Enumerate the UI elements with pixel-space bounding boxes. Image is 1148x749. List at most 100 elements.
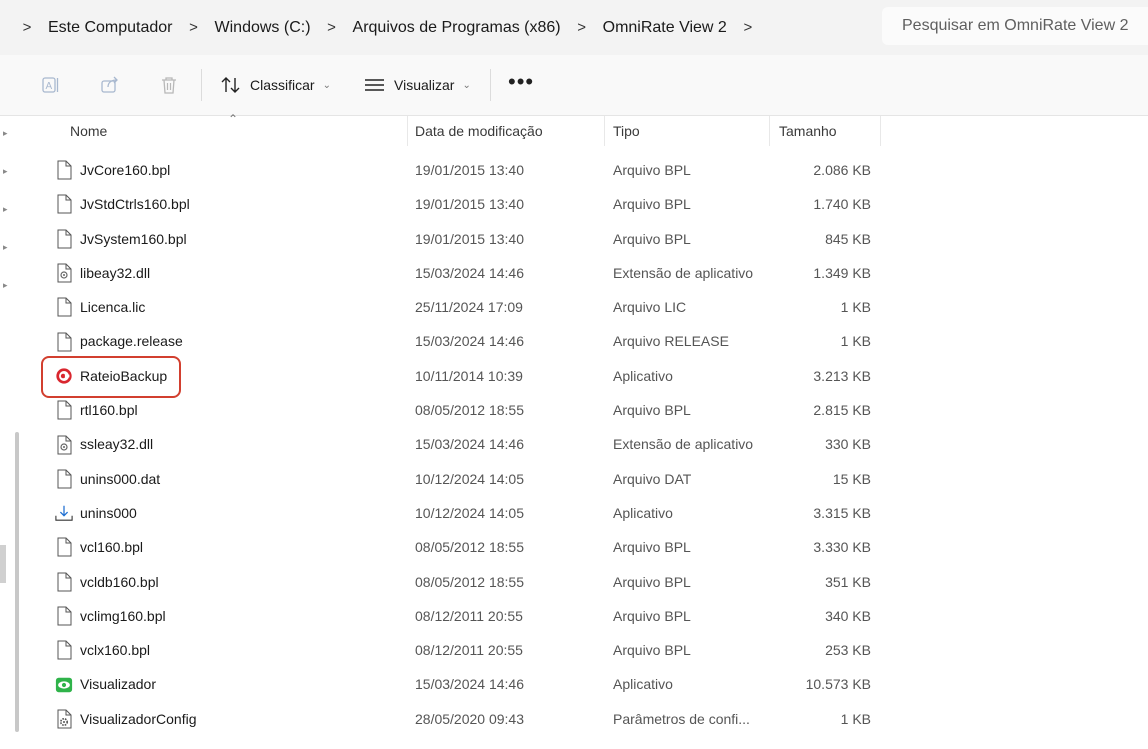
breadcrumb-program-files-x86[interactable]: Arquivos de Programas (x86) bbox=[347, 19, 567, 37]
file-date: 15/03/2024 14:46 bbox=[415, 333, 524, 350]
chevron-right-icon[interactable]: > bbox=[179, 19, 209, 36]
file-size: 340 KB bbox=[825, 607, 871, 624]
file-list: JvCore160.bpl 19/01/2015 13:40 Arquivo B… bbox=[30, 153, 1148, 736]
file-date: 15/03/2024 14:46 bbox=[415, 264, 524, 281]
file-icon bbox=[54, 194, 74, 214]
file-row-licenca-lic[interactable]: Licenca.lic 25/11/2024 17:09 Arquivo LIC… bbox=[30, 290, 1148, 324]
file-row-package-release[interactable]: package.release 15/03/2024 14:46 Arquivo… bbox=[30, 324, 1148, 358]
file-type: Parâmetros de confi... bbox=[613, 710, 750, 727]
column-date-modified[interactable]: Data de modificação bbox=[408, 116, 605, 146]
file-name: vclimg160.bpl bbox=[80, 607, 166, 624]
file-row-unins000[interactable]: unins000 10/12/2024 14:05 Aplicativo 3.3… bbox=[30, 496, 1148, 530]
chevron-right-icon[interactable]: > bbox=[317, 19, 347, 36]
file-row-vcldb160-bpl[interactable]: vcldb160.bpl 08/05/2012 18:55 Arquivo BP… bbox=[30, 565, 1148, 599]
expand-arrow-icon[interactable]: ▸ bbox=[3, 242, 8, 253]
file-row-libeay32-dll[interactable]: libeay32.dll 15/03/2024 14:46 Extensão d… bbox=[30, 256, 1148, 290]
file-name: VisualizadorConfig bbox=[80, 710, 197, 727]
file-icon bbox=[54, 606, 74, 626]
file-row-visualizador[interactable]: Visualizador 15/03/2024 14:46 Aplicativo… bbox=[30, 667, 1148, 701]
file-row-unins000-dat[interactable]: unins000.dat 10/12/2024 14:05 Arquivo DA… bbox=[30, 462, 1148, 496]
file-name: vcldb160.bpl bbox=[80, 573, 159, 590]
svg-text:A: A bbox=[46, 81, 53, 92]
file-row-ssleay32-dll[interactable]: ssleay32.dll 15/03/2024 14:46 Extensão d… bbox=[30, 427, 1148, 461]
file-row-jvstdctrls160-bpl[interactable]: JvStdCtrls160.bpl 19/01/2015 13:40 Arqui… bbox=[30, 187, 1148, 221]
file-date: 15/03/2024 14:46 bbox=[415, 436, 524, 453]
expand-arrow-icon[interactable]: ▸ bbox=[3, 204, 8, 215]
file-name: JvSystem160.bpl bbox=[80, 230, 187, 247]
file-row-rtl160-bpl[interactable]: rtl160.bpl 08/05/2012 18:55 Arquivo BPL … bbox=[30, 393, 1148, 427]
file-icon bbox=[54, 160, 74, 180]
backup-app-icon bbox=[54, 366, 74, 386]
file-name: RateioBackup bbox=[80, 367, 168, 384]
breadcrumb-windows-c[interactable]: Windows (C:) bbox=[209, 19, 317, 37]
file-type: Arquivo BPL bbox=[613, 402, 691, 419]
chevron-right-icon[interactable]: > bbox=[733, 19, 763, 36]
file-size: 3.330 KB bbox=[813, 539, 871, 556]
view-button[interactable]: Visualizar ⌄ bbox=[364, 68, 471, 102]
nav-scrollbar[interactable] bbox=[15, 432, 19, 732]
file-size: 253 KB bbox=[825, 642, 871, 659]
file-name: vcl160.bpl bbox=[80, 539, 144, 556]
file-row-vcl160-bpl[interactable]: vcl160.bpl 08/05/2012 18:55 Arquivo BPL … bbox=[30, 530, 1148, 564]
file-name: unins000.dat bbox=[80, 470, 161, 487]
file-type: Arquivo RELEASE bbox=[613, 333, 729, 350]
file-type: Arquivo BPL bbox=[613, 230, 691, 247]
column-size[interactable]: Tamanho bbox=[770, 116, 881, 146]
view-label: Visualizar bbox=[394, 77, 455, 93]
file-name: vclx160.bpl bbox=[80, 642, 151, 659]
rename-icon[interactable]: A bbox=[38, 72, 64, 98]
sort-label: Classificar bbox=[250, 77, 315, 93]
file-type: Arquivo LIC bbox=[613, 299, 687, 316]
file-size: 3.213 KB bbox=[813, 367, 871, 384]
file-name: rtl160.bpl bbox=[80, 402, 138, 419]
search-input[interactable] bbox=[900, 16, 1148, 36]
nav-scrollbar-thumb[interactable] bbox=[0, 545, 6, 583]
sort-button[interactable]: Classificar ⌄ bbox=[220, 68, 331, 102]
file-date: 19/01/2015 13:40 bbox=[415, 230, 524, 247]
expand-arrow-icon[interactable]: ▸ bbox=[3, 166, 8, 177]
share-icon[interactable] bbox=[97, 72, 123, 98]
file-name: ssleay32.dll bbox=[80, 436, 154, 453]
file-row-jvsystem160-bpl[interactable]: JvSystem160.bpl 19/01/2015 13:40 Arquivo… bbox=[30, 222, 1148, 256]
file-type: Arquivo BPL bbox=[613, 573, 691, 590]
file-icon bbox=[54, 400, 74, 420]
file-icon bbox=[54, 332, 74, 352]
file-row-vclimg160-bpl[interactable]: vclimg160.bpl 08/12/2011 20:55 Arquivo B… bbox=[30, 599, 1148, 633]
sort-ascending-icon: ⌃ bbox=[228, 112, 239, 126]
search-box bbox=[882, 7, 1148, 45]
file-date: 10/11/2014 10:39 bbox=[415, 367, 523, 384]
file-size: 10.573 KB bbox=[805, 676, 871, 693]
file-type: Aplicativo bbox=[613, 367, 673, 384]
file-row-rateiobackup[interactable]: RateioBackup 10/11/2014 10:39 Aplicativo… bbox=[30, 359, 1148, 393]
file-row-jvcore160-bpl[interactable]: JvCore160.bpl 19/01/2015 13:40 Arquivo B… bbox=[30, 153, 1148, 187]
file-date: 19/01/2015 13:40 bbox=[415, 162, 524, 178]
chevron-right-icon[interactable]: > bbox=[12, 19, 42, 36]
file-name: package.release bbox=[80, 333, 183, 350]
column-type[interactable]: Tipo bbox=[605, 116, 770, 146]
file-name: Licenca.lic bbox=[80, 299, 146, 316]
dll-icon bbox=[54, 263, 74, 283]
file-size: 2.815 KB bbox=[813, 402, 871, 419]
file-size: 15 KB bbox=[832, 470, 871, 487]
expand-arrow-icon[interactable]: ▸ bbox=[3, 280, 8, 291]
chevron-right-icon[interactable]: > bbox=[567, 19, 597, 36]
file-size: 1 KB bbox=[840, 710, 871, 727]
chevron-down-icon: ⌄ bbox=[322, 79, 331, 91]
dll-icon bbox=[54, 435, 74, 455]
view-list-icon bbox=[365, 79, 384, 91]
file-icon bbox=[54, 640, 74, 660]
file-row-vclx160-bpl[interactable]: vclx160.bpl 08/12/2011 20:55 Arquivo BPL… bbox=[30, 633, 1148, 667]
file-type: Arquivo BPL bbox=[613, 196, 691, 213]
expand-arrow-icon[interactable]: ▸ bbox=[3, 128, 8, 139]
file-date: 19/01/2015 13:40 bbox=[415, 196, 524, 213]
column-name[interactable]: Nome bbox=[30, 116, 408, 146]
file-row-visualizadorconfig[interactable]: VisualizadorConfig 28/05/2020 09:43 Parâ… bbox=[30, 702, 1148, 736]
breadcrumb-this-pc[interactable]: Este Computador bbox=[42, 19, 179, 37]
trash-icon[interactable] bbox=[156, 72, 182, 98]
more-options-button[interactable]: ••• bbox=[508, 71, 534, 93]
file-date: 10/12/2024 14:05 bbox=[415, 470, 524, 487]
breadcrumb-omnirate-view[interactable]: OmniRate View 2 bbox=[597, 19, 733, 37]
file-date: 10/12/2024 14:05 bbox=[415, 504, 524, 521]
file-type: Aplicativo bbox=[613, 504, 673, 521]
file-date: 08/05/2012 18:55 bbox=[415, 402, 524, 419]
